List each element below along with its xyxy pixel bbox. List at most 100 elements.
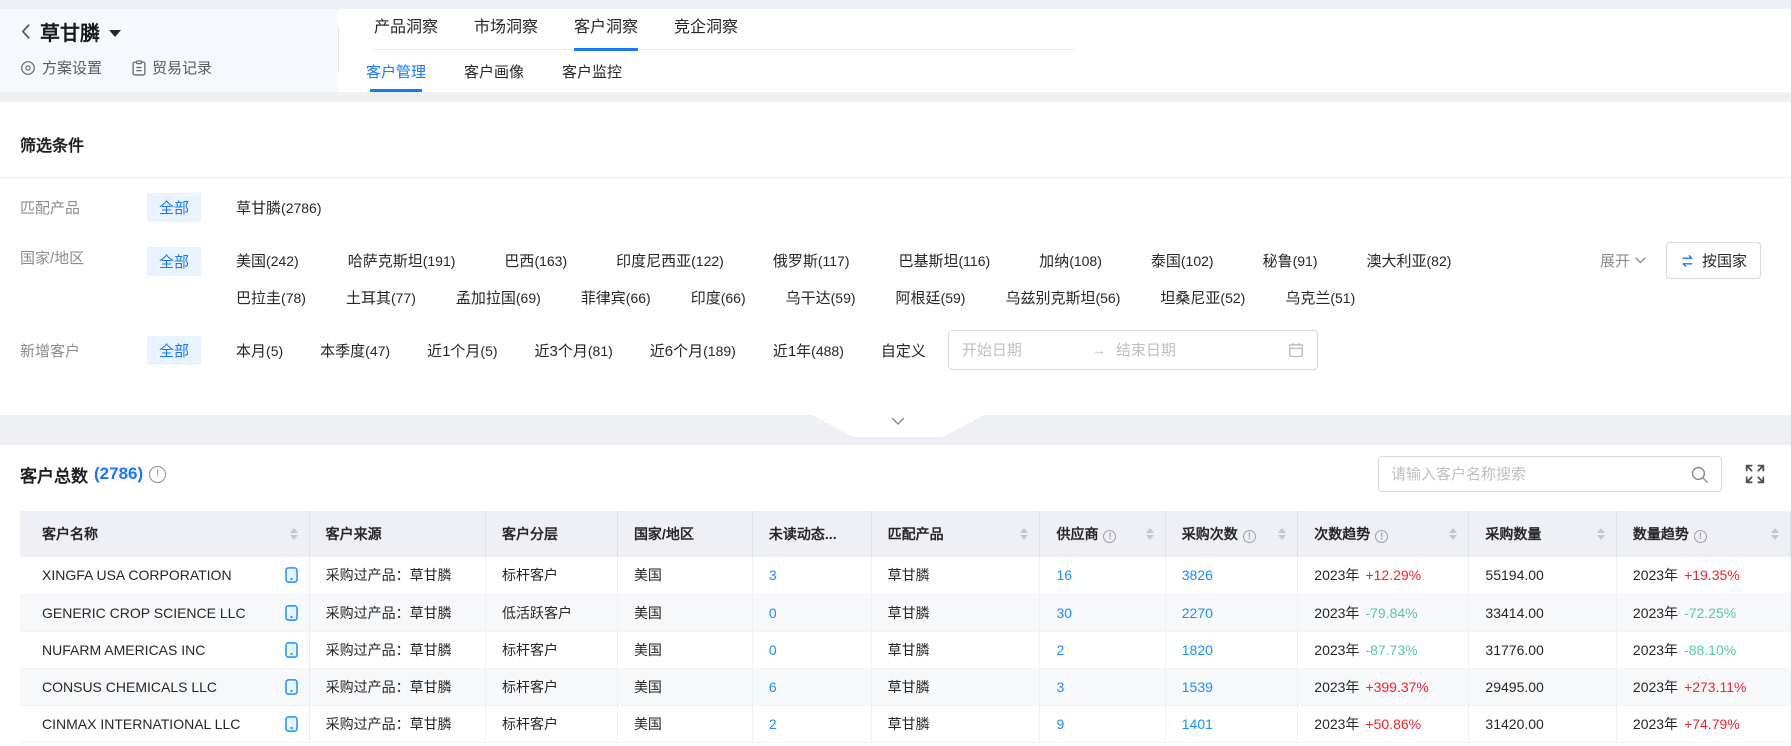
filter-country-item[interactable]: 泰国(102) — [1151, 250, 1214, 271]
purchases-link-cell[interactable]: 1401 — [1165, 705, 1298, 742]
filter-country-item[interactable]: 乌干达(59) — [786, 287, 856, 308]
unread-link-cell[interactable]: 6 — [752, 668, 871, 705]
start-date-input[interactable] — [962, 342, 1090, 359]
search-icon[interactable] — [1690, 465, 1709, 484]
product-all-chip[interactable]: 全部 — [147, 193, 201, 222]
info-icon[interactable]: ! — [149, 466, 166, 483]
purchases-link-cell[interactable]: 3826 — [1165, 557, 1298, 594]
suppliers-link-cell[interactable]: 30 — [1040, 594, 1165, 631]
column-header-qty_trend[interactable]: 数量趋势! — [1616, 511, 1790, 557]
fullscreen-icon[interactable] — [1745, 464, 1765, 484]
contact-card-icon[interactable] — [285, 605, 298, 621]
filter-country-item[interactable]: 乌克兰(51) — [1285, 287, 1355, 308]
sub-tabs: 客户管理 客户画像 客户监控 — [366, 56, 622, 92]
main-tab[interactable]: 市场洞察 — [474, 13, 538, 51]
filter-country-item[interactable]: 澳大利亚(82) — [1367, 250, 1452, 271]
filter-country-item[interactable]: 巴拉圭(78) — [236, 287, 306, 308]
sort-icon[interactable] — [1771, 528, 1779, 540]
column-header-product[interactable]: 匹配产品 — [871, 511, 1040, 557]
filter-period-item[interactable]: 近1年(488) — [773, 340, 844, 361]
filter-country-item[interactable]: 巴基斯坦(116) — [899, 250, 991, 271]
purchases-link-cell[interactable]: 2270 — [1165, 594, 1298, 631]
column-label: 次数趋势 — [1314, 526, 1370, 542]
info-icon[interactable]: ! — [1243, 530, 1256, 543]
info-icon[interactable]: ! — [1694, 530, 1707, 543]
back-icon[interactable] — [20, 23, 31, 40]
filter-item-count: (488) — [811, 343, 844, 359]
main-tab[interactable]: 竞企洞察 — [674, 13, 738, 51]
filter-product-item[interactable]: 草甘膦(2786) — [236, 197, 321, 218]
sub-tab[interactable]: 客户画像 — [464, 56, 524, 92]
purchases-link-cell[interactable]: 1820 — [1165, 631, 1298, 668]
unread-link-cell[interactable]: 0 — [752, 594, 871, 631]
filter-country-item[interactable]: 菲律宾(66) — [581, 287, 651, 308]
filter-country-item[interactable]: 巴西(163) — [504, 250, 567, 271]
country-all-chip[interactable]: 全部 — [147, 247, 201, 276]
column-label: 客户来源 — [326, 526, 382, 542]
unread-link-cell[interactable]: 2 — [752, 705, 871, 742]
sort-icon[interactable] — [1597, 528, 1605, 540]
quantity-cell: 31776.00 — [1469, 631, 1616, 668]
purchases-link-cell[interactable]: 1539 — [1165, 668, 1298, 705]
sort-icon[interactable] — [1449, 528, 1457, 540]
filter-country-item[interactable]: 孟加拉国(69) — [456, 287, 541, 308]
expand-toggle[interactable]: 展开 — [1600, 250, 1646, 271]
sort-icon[interactable] — [1146, 528, 1154, 540]
unread-link-cell[interactable]: 3 — [752, 557, 871, 594]
unread-link-cell[interactable]: 0 — [752, 631, 871, 668]
tier-cell: 标杆客户 — [485, 557, 617, 594]
calendar-icon — [1288, 342, 1304, 358]
column-header-unread: 未读动态... — [752, 511, 871, 557]
filter-period-item[interactable]: 本月(5) — [236, 340, 283, 361]
contact-card-icon[interactable] — [285, 567, 298, 583]
main-tab[interactable]: 客户洞察 — [574, 13, 638, 51]
info-icon[interactable]: ! — [1375, 530, 1388, 543]
filter-country-item[interactable]: 乌兹别克斯坦(56) — [1005, 287, 1120, 308]
main-tab[interactable]: 产品洞察 — [374, 13, 438, 51]
product-dropdown-icon[interactable] — [109, 30, 121, 37]
contact-card-icon[interactable] — [285, 642, 298, 658]
filter-country-item[interactable]: 坦桑尼亚(52) — [1160, 287, 1245, 308]
contact-card-icon[interactable] — [285, 716, 298, 732]
collapse-filter-toggle[interactable] — [812, 415, 984, 437]
filter-item-count: (5) — [266, 343, 283, 359]
filter-country-item[interactable]: 印度(66) — [691, 287, 746, 308]
column-header-name[interactable]: 客户名称 — [20, 511, 309, 557]
suppliers-link-cell[interactable]: 16 — [1040, 557, 1165, 594]
new-customer-all-chip[interactable]: 全部 — [147, 336, 201, 365]
filter-country-item[interactable]: 土耳其(77) — [346, 287, 416, 308]
info-icon[interactable]: ! — [1103, 530, 1116, 543]
customer-search-input[interactable] — [1391, 466, 1690, 483]
scheme-settings-button[interactable]: 方案设置 — [20, 57, 102, 78]
date-range-picker[interactable]: → — [948, 330, 1318, 370]
filter-period-item[interactable]: 近6个月(189) — [650, 340, 736, 361]
filter-country-item[interactable]: 阿根廷(59) — [896, 287, 966, 308]
filter-period-item[interactable]: 近3个月(81) — [535, 340, 613, 361]
filter-country-item[interactable]: 美国(242) — [236, 250, 299, 271]
sub-tab[interactable]: 客户监控 — [562, 56, 622, 92]
filter-period-item[interactable]: 近1个月(5) — [427, 340, 497, 361]
country-cell: 美国 — [617, 631, 752, 668]
filter-country-item[interactable]: 加纳(108) — [1039, 250, 1102, 271]
column-header-count_trend[interactable]: 次数趋势! — [1298, 511, 1469, 557]
column-header-suppliers[interactable]: 供应商! — [1040, 511, 1165, 557]
filter-country-item[interactable]: 秘鲁(91) — [1263, 250, 1318, 271]
filter-country-item[interactable]: 印度尼西亚(122) — [616, 250, 724, 271]
sort-icon[interactable] — [1020, 528, 1028, 540]
by-country-button[interactable]: 按国家 — [1666, 242, 1761, 279]
filter-country-item[interactable]: 哈萨克斯坦(191) — [348, 250, 456, 271]
suppliers-link-cell[interactable]: 9 — [1040, 705, 1165, 742]
contact-card-icon[interactable] — [285, 679, 298, 695]
trade-records-button[interactable]: 贸易记录 — [132, 57, 212, 78]
suppliers-link-cell[interactable]: 3 — [1040, 668, 1165, 705]
end-date-input[interactable] — [1116, 342, 1244, 359]
sub-tab[interactable]: 客户管理 — [366, 56, 426, 92]
column-header-quantity[interactable]: 采购数量 — [1469, 511, 1616, 557]
suppliers-link-cell[interactable]: 2 — [1040, 631, 1165, 668]
filter-period-item[interactable]: 本季度(47) — [320, 340, 390, 361]
sort-icon[interactable] — [1278, 528, 1286, 540]
sort-icon[interactable] — [290, 528, 298, 540]
filter-country-item[interactable]: 俄罗斯(117) — [773, 250, 850, 271]
column-header-purchases[interactable]: 采购次数! — [1165, 511, 1298, 557]
custom-date-option[interactable]: 自定义 — [881, 340, 926, 361]
